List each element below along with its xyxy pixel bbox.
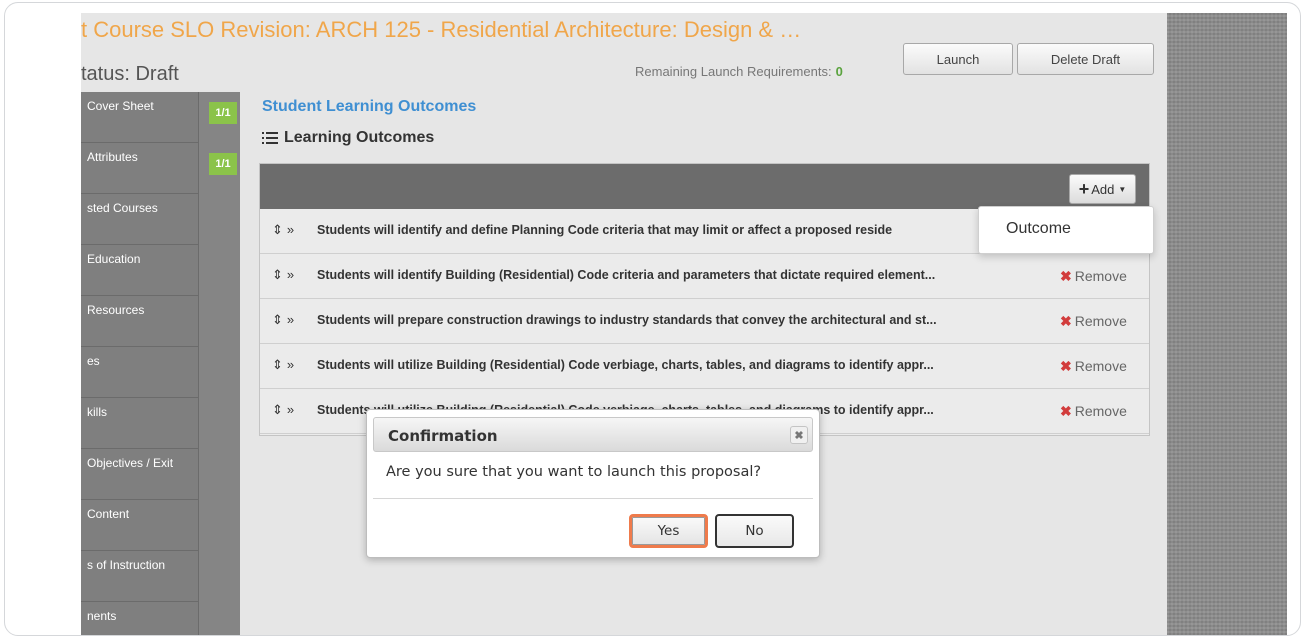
sidebar-status-cell [198, 602, 240, 635]
remove-x-icon: ✖ [1060, 268, 1072, 284]
page-title: t Course SLO Revision: ARCH 125 - Reside… [81, 17, 802, 42]
remove-x-icon: ✖ [1060, 403, 1072, 419]
remove-button[interactable]: ✖ Remove [1060, 313, 1127, 330]
outcome-text[interactable]: Students will prepare construction drawi… [317, 313, 1052, 327]
menu-item-outcome[interactable]: Outcome [1006, 220, 1071, 238]
sidebar-item-es[interactable]: es [81, 347, 240, 398]
add-label: Add [1091, 181, 1115, 197]
sidebar-status-cell [198, 296, 240, 347]
sidebar-item-label: nents [87, 609, 117, 623]
sidebar-status-cell [198, 347, 240, 398]
sidebar-item-skills[interactable]: kills [81, 398, 240, 449]
sidebar-status-cell [198, 551, 240, 602]
dialog-header: Confirmation ✖ [373, 417, 813, 452]
remaining-count: 0 [835, 64, 843, 79]
no-button[interactable]: No [715, 514, 794, 548]
remaining-requirements: Remaining Launch Requirements: 0 [635, 64, 843, 79]
dialog-message: Are you sure that you want to launch thi… [386, 464, 762, 480]
background-strip [1167, 13, 1287, 635]
section-title[interactable]: Student Learning Outcomes [262, 98, 476, 116]
sidebar-status-cell [198, 194, 240, 245]
caret-down-icon: ▼ [1118, 184, 1127, 194]
dialog-title: Confirmation [388, 427, 498, 445]
remove-button[interactable]: ✖ Remove [1060, 268, 1127, 285]
yes-button[interactable]: Yes [629, 514, 708, 548]
remove-label: Remove [1074, 313, 1127, 329]
sidebar-item-cover-sheet[interactable]: Cover Sheet 1/1 [81, 92, 240, 143]
confirmation-dialog: Confirmation ✖ Are you sure that you wan… [366, 409, 820, 558]
sidebar-item-label: Content [87, 507, 130, 521]
list-title-label: Learning Outcomes [284, 129, 435, 146]
status-label: tatus: Draft [81, 63, 179, 85]
remove-button[interactable]: ✖ Remove [1060, 358, 1127, 375]
sidebar-item-label: sted Courses [87, 201, 158, 215]
plus-icon: + [1078, 179, 1090, 199]
outcome-text[interactable]: Students will identify and define Planni… [317, 223, 1052, 237]
launch-button[interactable]: Launch [903, 43, 1013, 75]
status-badge: 1/1 [209, 102, 237, 124]
delete-draft-button[interactable]: Delete Draft [1017, 43, 1154, 75]
sidebar-item-label: Attributes [87, 150, 138, 164]
remove-x-icon: ✖ [1060, 313, 1072, 329]
reorder-icons[interactable]: ⇕» [272, 312, 298, 328]
sidebar-status-cell [198, 449, 240, 500]
list-item: ⇕» Students will prepare construction dr… [260, 299, 1149, 344]
sidebar-item-assignments[interactable]: nents [81, 602, 240, 635]
sidebar-item-label: Cover Sheet [87, 99, 154, 113]
remaining-label: Remaining Launch Requirements: [635, 64, 832, 79]
list-title: Learning Outcomes [262, 129, 434, 147]
sidebar-item-education[interactable]: Education [81, 245, 240, 296]
panel-header: + Add ▼ [260, 164, 1149, 209]
remove-label: Remove [1074, 403, 1127, 419]
reorder-icons[interactable]: ⇕» [272, 222, 298, 238]
sidebar-item-label: s of Instruction [87, 558, 166, 572]
outcome-text[interactable]: Students will utilize Building (Resident… [317, 358, 1052, 372]
remove-label: Remove [1074, 268, 1127, 284]
sidebar-item-label: Education [87, 252, 141, 266]
sidebar: Cover Sheet 1/1 Attributes 1/1 sted Cour… [81, 92, 240, 635]
sidebar-status-cell [198, 398, 240, 449]
sidebar-status-cell [198, 245, 240, 296]
remove-label: Remove [1074, 358, 1127, 374]
add-dropdown-menu: Outcome [978, 206, 1154, 254]
status-badge: 1/1 [209, 153, 237, 175]
sidebar-item-content[interactable]: Content [81, 500, 240, 551]
sidebar-item-instruction[interactable]: s of Instruction [81, 551, 240, 602]
list-item: ⇕» Students will identify Building (Resi… [260, 254, 1149, 299]
outcomes-panel: + Add ▼ ⇕» Students will identify and de… [259, 163, 1150, 436]
remove-x-icon: ✖ [1060, 358, 1072, 374]
sidebar-item-label: Resources [87, 303, 145, 317]
outcome-text[interactable]: Students will identify Building (Residen… [317, 268, 1052, 282]
close-icon[interactable]: ✖ [790, 426, 808, 444]
sidebar-item-courses[interactable]: sted Courses [81, 194, 240, 245]
list-item: ⇕» Students will utilize Building (Resid… [260, 344, 1149, 389]
reorder-icons[interactable]: ⇕» [272, 357, 298, 373]
remove-button[interactable]: ✖ Remove [1060, 403, 1127, 420]
sidebar-item-label: Objectives / Exit [87, 456, 174, 470]
dialog-divider [373, 498, 813, 499]
sidebar-status-cell [198, 500, 240, 551]
sidebar-item-objectives[interactable]: Objectives / Exit [81, 449, 240, 500]
reorder-icons[interactable]: ⇕» [272, 267, 298, 283]
sidebar-item-label: es [87, 354, 100, 368]
sidebar-item-attributes[interactable]: Attributes 1/1 [81, 143, 240, 194]
add-dropdown-button[interactable]: + Add ▼ [1069, 174, 1136, 204]
list-icon [262, 132, 278, 144]
sidebar-item-resources[interactable]: Resources [81, 296, 240, 347]
sidebar-item-label: kills [87, 405, 107, 419]
reorder-icons[interactable]: ⇕» [272, 402, 298, 418]
